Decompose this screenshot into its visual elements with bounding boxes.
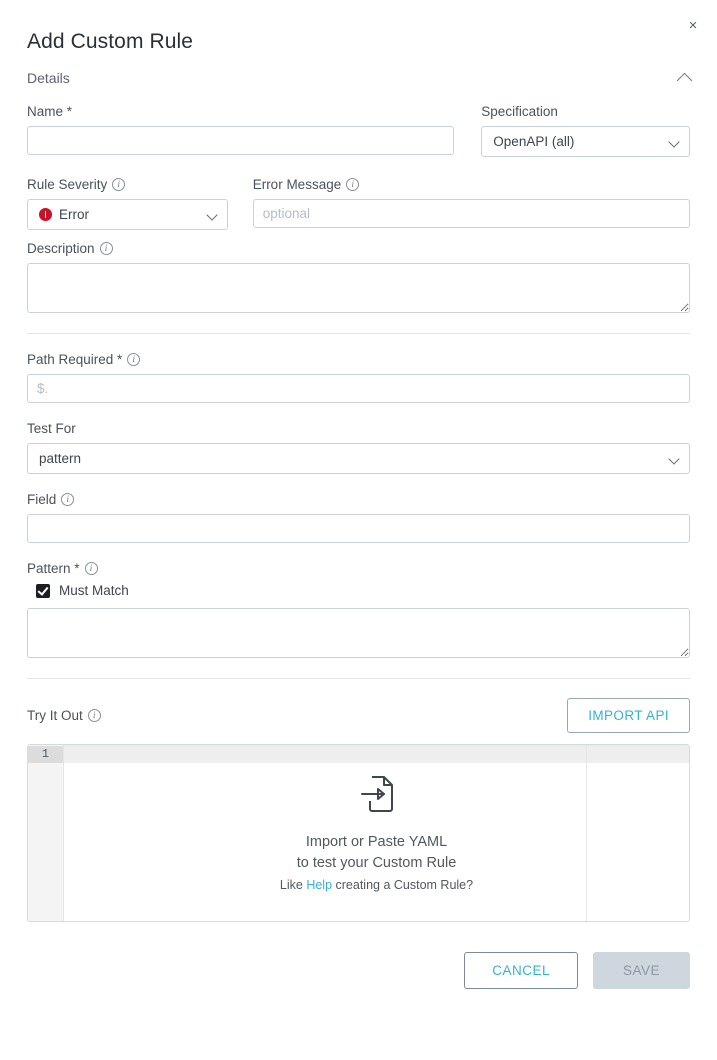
save-button[interactable]: SAVE <box>593 952 690 989</box>
rule-severity-label-text: Rule Severity <box>27 177 107 192</box>
must-match-checkbox[interactable] <box>36 584 50 598</box>
help-prefix: Like <box>280 878 306 892</box>
description-group: Description i <box>27 241 690 313</box>
try-it-out-header: Try It Out i IMPORT API <box>27 698 690 733</box>
dialog-footer: CANCEL SAVE <box>27 952 690 989</box>
editor-active-line <box>64 745 689 763</box>
field-input[interactable] <box>27 514 690 543</box>
must-match-checkbox-row[interactable]: Must Match <box>27 583 690 598</box>
rule-severity-value-wrap: Error <box>39 207 89 222</box>
severity-error-row: Rule Severity i Error Error Message i <box>27 177 690 230</box>
section-divider <box>27 333 690 334</box>
dropzone-line-1: Import or Paste YAML <box>306 832 447 853</box>
error-message-label: Error Message i <box>253 177 690 192</box>
name-label-text: Name * <box>27 104 72 119</box>
specification-value: OpenAPI (all) <box>493 134 574 149</box>
field-label-text: Field <box>27 492 56 507</box>
try-it-out-label: Try It Out i <box>27 708 101 723</box>
close-icon[interactable]: × <box>683 15 703 35</box>
test-for-group: Test For pattern <box>27 421 690 474</box>
specification-select[interactable]: OpenAPI (all) <box>481 126 690 157</box>
chevron-down-icon <box>668 453 679 464</box>
rule-severity-select[interactable]: Error <box>27 199 228 230</box>
dropzone-help-text: Like Help creating a Custom Rule? <box>280 878 473 892</box>
tryout-divider <box>27 678 690 679</box>
field-label: Field i <box>27 492 690 507</box>
pattern-textarea[interactable] <box>27 608 690 658</box>
editor-dropzone: Import or Paste YAML to test your Custom… <box>64 775 689 892</box>
path-required-label: Path Required * i <box>27 352 690 367</box>
error-message-group: Error Message i <box>253 177 690 228</box>
dialog-title: Add Custom Rule <box>27 0 690 54</box>
path-required-group: Path Required * i <box>27 352 690 403</box>
name-label: Name * <box>27 104 454 119</box>
error-severity-icon <box>39 208 52 221</box>
chevron-down-icon <box>206 209 217 220</box>
editor-body[interactable]: Import or Paste YAML to test your Custom… <box>64 745 689 921</box>
info-icon[interactable]: i <box>88 709 101 722</box>
details-section-title: Details <box>27 70 70 86</box>
yaml-editor[interactable]: 1 Import or Paste YAML to test your Cust… <box>27 744 690 922</box>
info-icon[interactable]: i <box>100 242 113 255</box>
test-for-value: pattern <box>39 451 81 466</box>
name-input[interactable] <box>27 126 454 155</box>
try-it-out-label-text: Try It Out <box>27 708 83 723</box>
specification-label: Specification <box>481 104 690 119</box>
file-import-icon <box>360 775 394 818</box>
rule-severity-group: Rule Severity i Error <box>27 177 228 230</box>
info-icon[interactable]: i <box>127 353 140 366</box>
specification-label-text: Specification <box>481 104 558 119</box>
pattern-label: Pattern * i <box>27 561 690 576</box>
import-api-button[interactable]: IMPORT API <box>567 698 690 733</box>
description-textarea[interactable] <box>27 263 690 313</box>
details-section-header[interactable]: Details <box>27 70 690 86</box>
chevron-up-icon[interactable] <box>677 72 693 88</box>
rule-severity-value: Error <box>59 207 89 222</box>
specification-field-group: Specification OpenAPI (all) <box>481 104 690 157</box>
info-icon[interactable]: i <box>112 178 125 191</box>
pattern-group: Pattern * i Must Match <box>27 561 690 658</box>
rule-severity-label: Rule Severity i <box>27 177 228 192</box>
description-label-text: Description <box>27 241 95 256</box>
must-match-label: Must Match <box>59 583 129 598</box>
info-icon[interactable]: i <box>61 493 74 506</box>
test-for-label-text: Test For <box>27 421 76 436</box>
editor-line-number: 1 <box>28 746 63 763</box>
add-custom-rule-dialog: × Add Custom Rule Details Name * Specifi… <box>0 0 717 1060</box>
help-suffix: creating a Custom Rule? <box>332 878 473 892</box>
pattern-label-text: Pattern * <box>27 561 80 576</box>
editor-print-margin <box>586 745 587 921</box>
error-message-input[interactable] <box>253 199 690 228</box>
name-field-group: Name * <box>27 104 454 157</box>
field-group: Field i <box>27 492 690 543</box>
path-required-input[interactable] <box>27 374 690 403</box>
cancel-button[interactable]: CANCEL <box>464 952 578 989</box>
path-required-label-text: Path Required * <box>27 352 122 367</box>
info-icon[interactable]: i <box>346 178 359 191</box>
test-for-label: Test For <box>27 421 690 436</box>
error-message-label-text: Error Message <box>253 177 342 192</box>
dropzone-line-2: to test your Custom Rule <box>297 853 457 874</box>
description-label: Description i <box>27 241 690 256</box>
info-icon[interactable]: i <box>85 562 98 575</box>
test-for-select[interactable]: pattern <box>27 443 690 474</box>
help-link[interactable]: Help <box>306 878 332 892</box>
chevron-down-icon <box>668 136 679 147</box>
editor-gutter: 1 <box>28 745 64 921</box>
name-spec-row: Name * Specification OpenAPI (all) <box>27 104 690 157</box>
